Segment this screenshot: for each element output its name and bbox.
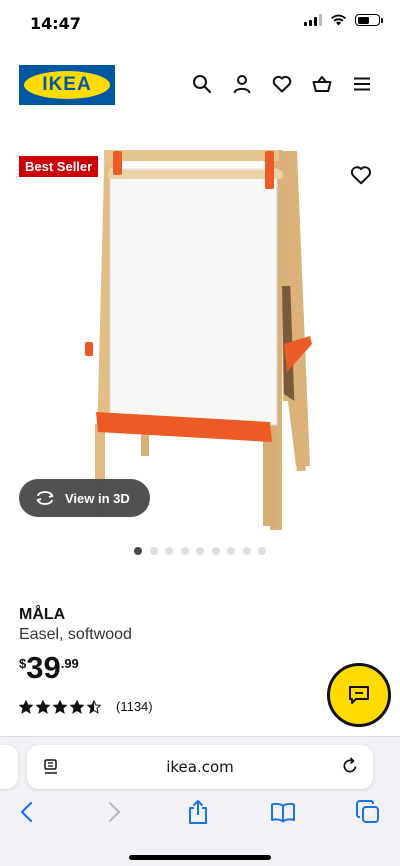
search-icon[interactable] (192, 74, 212, 94)
carousel-dot[interactable] (165, 547, 173, 555)
status-icons (304, 14, 383, 26)
rating-star-icon (70, 699, 84, 714)
best-seller-badge: Best Seller (19, 156, 99, 177)
rating-star-icon (19, 699, 33, 714)
battery-icon (355, 14, 383, 26)
logo-oval: IKEA (24, 71, 110, 99)
product-name[interactable]: MÅLA (19, 606, 65, 624)
product-price: $ 39 .99 (19, 652, 79, 684)
rotate-3d-icon (36, 491, 54, 505)
chat-button[interactable] (327, 663, 391, 727)
forward-icon[interactable] (101, 799, 127, 825)
logo-text: IKEA (42, 74, 92, 95)
menu-icon[interactable] (352, 74, 372, 94)
review-count: (1134) (116, 699, 153, 714)
carousel-dot[interactable] (242, 547, 251, 555)
product-description: Easel, softwood (19, 626, 132, 643)
carousel-dot[interactable] (134, 547, 142, 555)
favourite-heart-icon[interactable] (350, 164, 372, 186)
product-rating[interactable]: (1134) (19, 699, 153, 714)
account-icon[interactable] (232, 74, 252, 94)
price-integer: 39 (26, 650, 61, 685)
home-indicator (129, 855, 271, 860)
chat-icon (349, 686, 369, 704)
rating-star-icon (53, 699, 67, 714)
tabs-icon[interactable] (355, 799, 381, 825)
back-icon[interactable] (14, 799, 40, 825)
status-time: 14:47 (30, 14, 81, 33)
previous-tab-preview[interactable] (0, 745, 18, 789)
site-header: IKEA (0, 64, 400, 108)
basket-icon[interactable] (312, 74, 332, 94)
share-icon[interactable] (185, 799, 211, 825)
status-bar: 14:47 (0, 0, 400, 48)
url-text: ikea.com (166, 758, 234, 776)
carousel-dot[interactable] (227, 547, 235, 555)
carousel-dots (134, 547, 266, 555)
view-in-3d-button[interactable]: View in 3D (19, 479, 150, 517)
page-menu-icon[interactable] (43, 758, 59, 776)
ikea-logo[interactable]: IKEA (19, 65, 115, 105)
cellular-signal-icon (304, 14, 322, 26)
view-in-3d-label: View in 3D (65, 490, 130, 506)
carousel-dot[interactable] (196, 547, 204, 555)
reload-icon[interactable] (341, 757, 359, 775)
price-currency: $ (19, 656, 27, 671)
address-bar[interactable]: ikea.com (27, 745, 373, 789)
heart-icon[interactable] (272, 74, 292, 94)
browser-chrome: ikea.com (0, 736, 400, 866)
product-image-carousel[interactable]: Best Seller View in 3D (0, 136, 400, 546)
bookmarks-icon[interactable] (270, 799, 296, 825)
wifi-icon (331, 14, 346, 26)
carousel-dot[interactable] (258, 547, 266, 555)
carousel-dot[interactable] (149, 547, 158, 555)
rating-star-icon (87, 699, 101, 714)
carousel-dot[interactable] (211, 547, 220, 555)
carousel-dot[interactable] (180, 547, 189, 555)
browser-toolbar (0, 799, 400, 829)
rating-star-icon (36, 699, 50, 714)
price-decimal: .99 (60, 656, 79, 671)
header-icons (192, 74, 372, 94)
